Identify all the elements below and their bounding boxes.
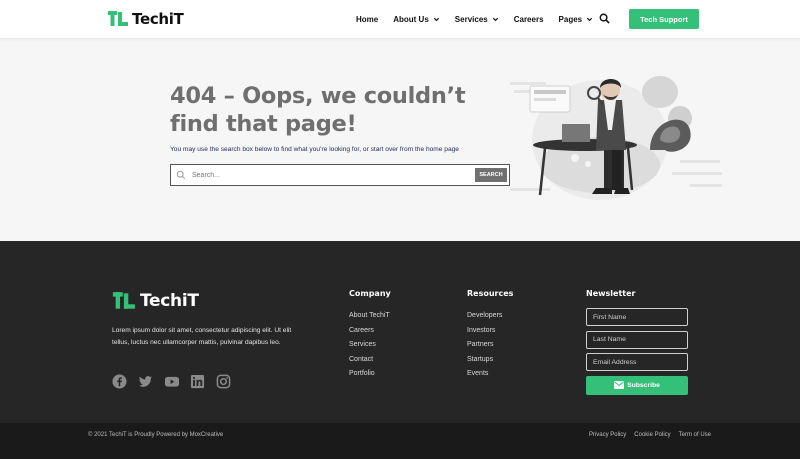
tech-support-button[interactable]: Tech Support <box>629 9 699 29</box>
footer-resources-column: Resources Developers Investors Partners … <box>467 289 513 382</box>
facebook-icon[interactable] <box>112 374 127 389</box>
footer-logo-text: TechiT <box>140 291 199 311</box>
footer-link-partners[interactable]: Partners <box>467 338 513 353</box>
search-icon[interactable] <box>599 13 610 24</box>
last-name-field[interactable]: Last Name <box>586 330 688 349</box>
envelope-icon <box>614 381 625 389</box>
nav-item-services[interactable]: Services <box>455 15 499 24</box>
logo-mark-icon <box>108 11 128 26</box>
newsletter-form: Newsletter First Name Last Name Email Ad… <box>586 289 688 395</box>
youtube-icon[interactable] <box>164 374 180 389</box>
search-input[interactable] <box>192 171 509 179</box>
nav-label: Pages <box>558 14 583 24</box>
footer-link-careers[interactable]: Careers <box>349 324 391 339</box>
logo-text: TechiT <box>132 10 184 28</box>
footer-description: Lorem ipsum dolor sit amet, consectetur … <box>112 327 292 346</box>
nav-label: About Us <box>393 14 429 24</box>
footer-link-about[interactable]: About TechiT <box>349 309 391 324</box>
site-header: TechiT Home About Us Services Careers Pa… <box>0 0 800 38</box>
page-title: 404 – Oops, we couldn’t find that page! <box>170 83 466 137</box>
subscribe-label: Subscribe <box>627 381 660 389</box>
terms-of-use-link[interactable]: Term of Use <box>679 432 711 438</box>
email-field[interactable]: Email Address <box>586 353 688 371</box>
instagram-icon[interactable] <box>216 374 231 389</box>
footer-link-startups[interactable]: Startups <box>467 353 513 368</box>
nav-item-about-us[interactable]: About Us <box>393 15 440 24</box>
footer-company-column: Company About TechiT Careers Services Co… <box>349 289 391 382</box>
cookie-policy-link[interactable]: Cookie Policy <box>634 432 670 438</box>
page-subtitle: You may use the search box below to find… <box>170 146 459 153</box>
person-at-desk-illustration <box>510 76 722 200</box>
footer-link-events[interactable]: Events <box>467 367 513 382</box>
newsletter-heading: Newsletter <box>586 289 636 298</box>
search-icon <box>176 170 186 180</box>
footer-link-investors[interactable]: Investors <box>467 324 513 339</box>
nav-item-pages[interactable]: Pages <box>559 15 594 24</box>
footer-resources-heading: Resources <box>467 289 514 298</box>
bottom-bar <box>0 423 800 459</box>
subscribe-button[interactable]: Subscribe <box>586 375 688 395</box>
main-nav: Home About Us Services Careers Pages <box>356 0 608 38</box>
legal-links: Privacy Policy Cookie Policy Term of Use <box>581 432 711 438</box>
twitter-icon[interactable] <box>138 374 153 389</box>
chevron-down-icon <box>492 17 498 21</box>
chevron-down-icon <box>433 17 439 21</box>
logo[interactable]: TechiT <box>108 9 184 29</box>
privacy-policy-link[interactable]: Privacy Policy <box>589 432 626 438</box>
copyright-text: © 2021 TechiT is Proudly Powered by MoxC… <box>88 432 224 438</box>
nav-label: Services <box>454 14 488 24</box>
chevron-down-icon <box>586 17 593 21</box>
footer-logo[interactable]: TechiT <box>112 290 199 312</box>
nav-label: Home <box>356 14 379 24</box>
search-form: SEARCH <box>170 164 510 186</box>
logo-mark-icon <box>112 292 135 309</box>
nav-item-careers[interactable]: Careers <box>514 15 544 24</box>
footer-link-portfolio[interactable]: Portfolio <box>349 367 391 382</box>
nav-label: Careers <box>513 14 544 24</box>
footer-link-services[interactable]: Services <box>349 338 391 353</box>
nav-item-home[interactable]: Home <box>356 15 378 24</box>
first-name-field[interactable]: First Name <box>586 308 688 326</box>
footer-company-heading: Company <box>349 289 391 298</box>
social-links <box>112 374 242 389</box>
footer-link-contact[interactable]: Contact <box>349 353 391 368</box>
linkedin-icon[interactable] <box>190 374 205 389</box>
footer-link-developers[interactable]: Developers <box>467 309 513 324</box>
